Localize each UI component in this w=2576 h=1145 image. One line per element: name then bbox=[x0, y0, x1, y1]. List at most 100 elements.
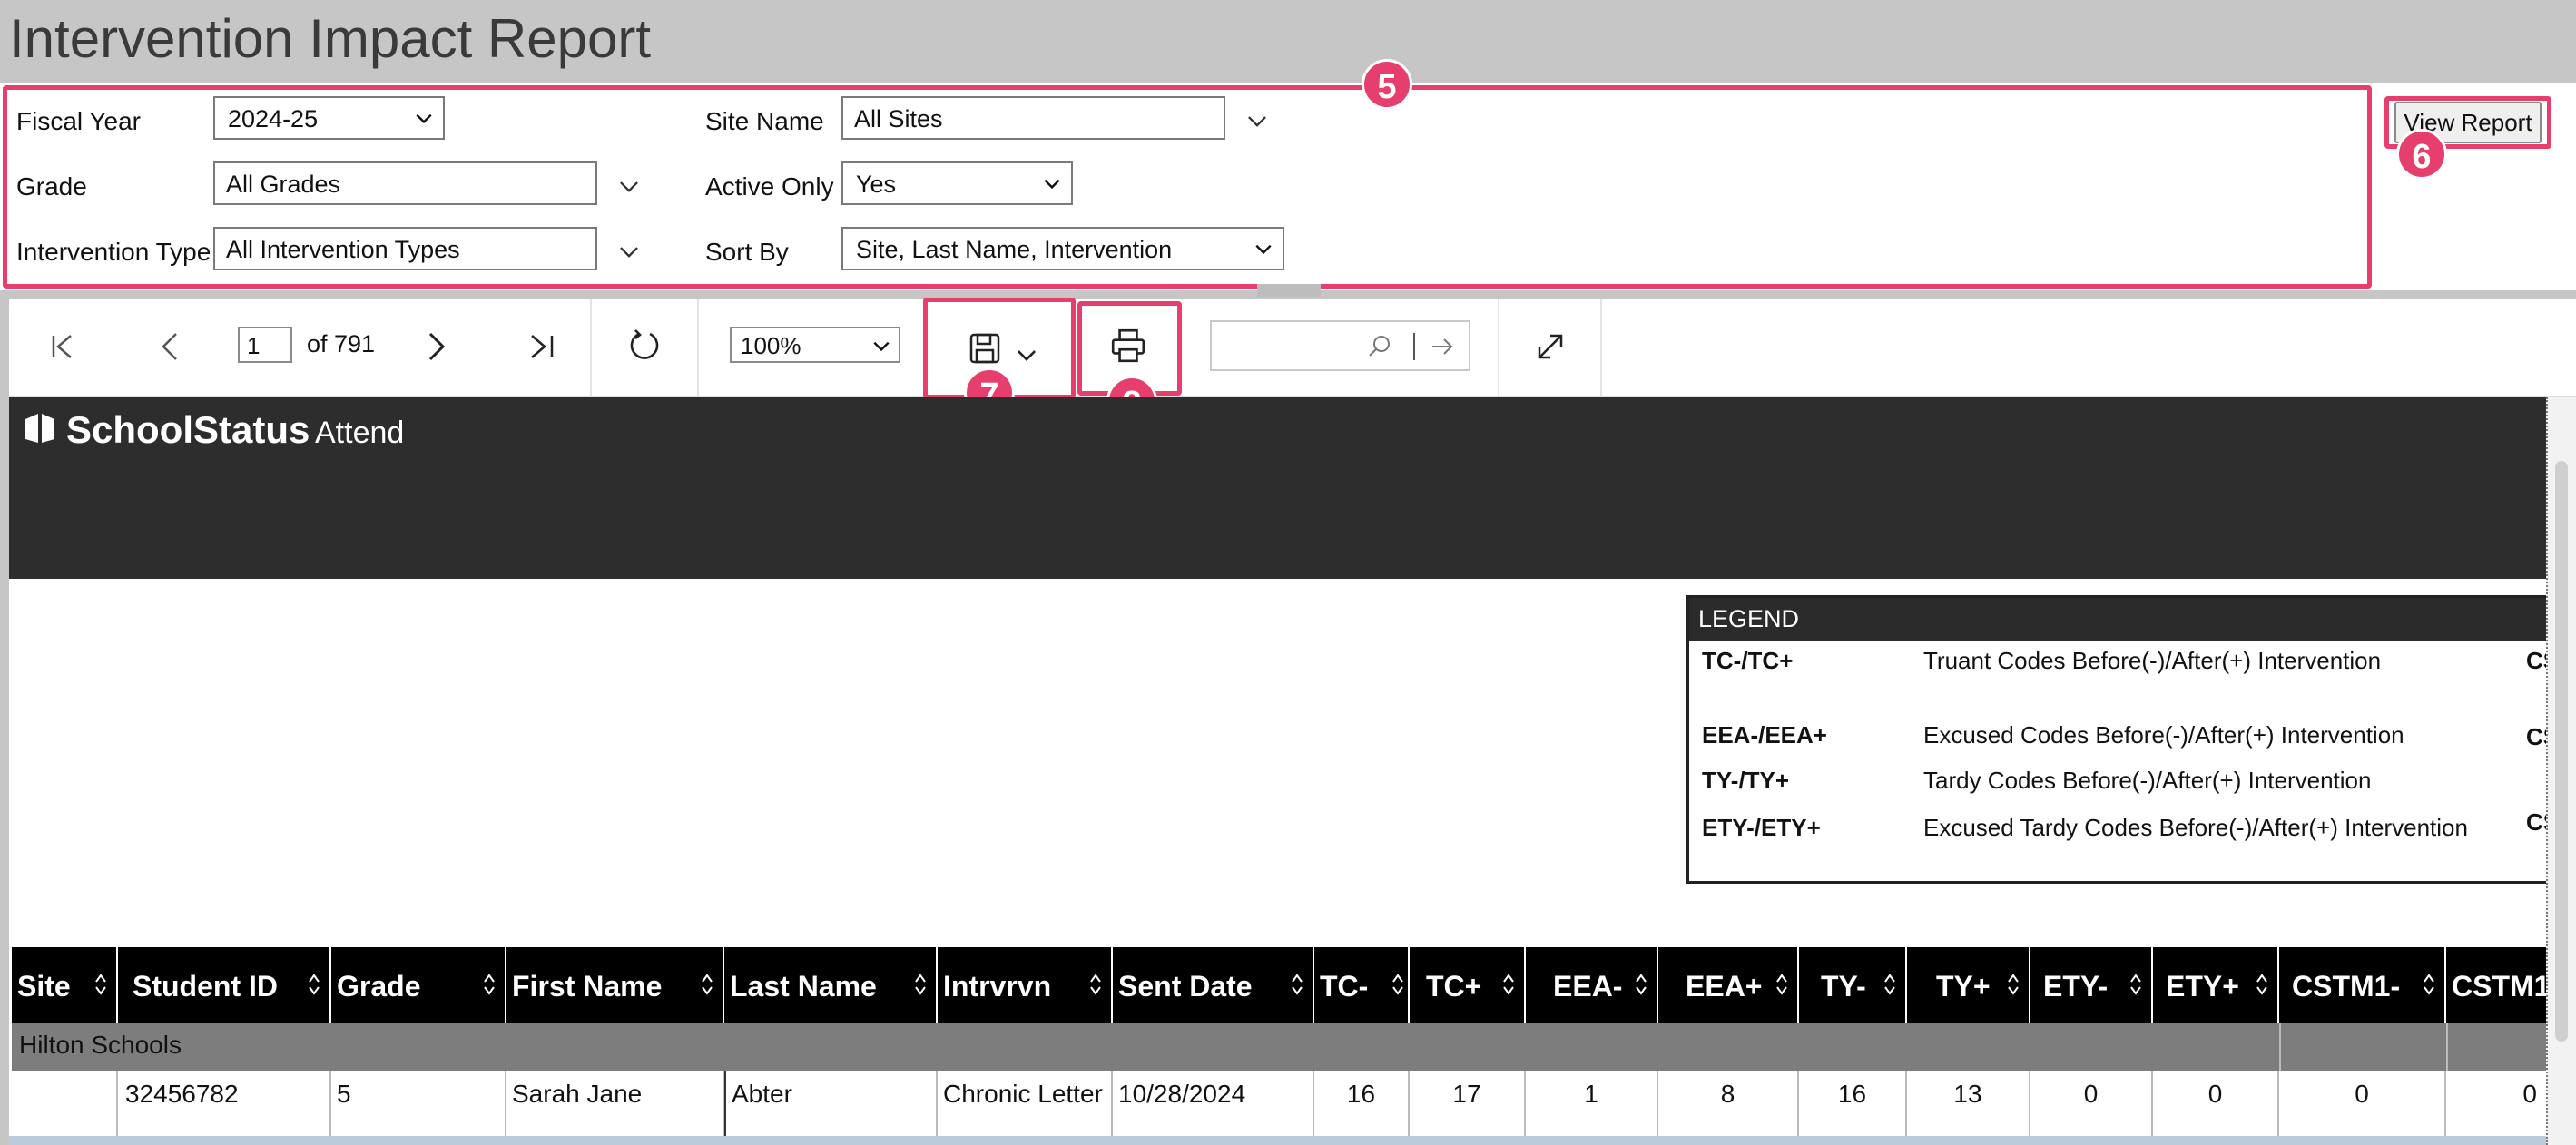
first-page-icon[interactable] bbox=[45, 328, 82, 365]
column-header-eea-plus[interactable]: EEA+ bbox=[1658, 947, 1799, 1023]
column-header-label: TC+ bbox=[1426, 970, 1482, 1003]
column-header-cstm1-plus[interactable]: CSTM1 bbox=[2446, 947, 2546, 1023]
column-header-grade[interactable]: Grade bbox=[331, 947, 506, 1023]
product-name: Attend bbox=[315, 416, 405, 450]
intervention-type-field[interactable]: All Intervention Types bbox=[213, 227, 597, 270]
table-header: Site Student ID Grade First Name Last Na… bbox=[12, 947, 2546, 1023]
fiscal-year-label: Fiscal Year bbox=[16, 107, 141, 135]
intervention-type-dropdown-chevron-icon[interactable] bbox=[617, 240, 641, 263]
cell-ety-minus: 0 bbox=[2030, 1071, 2153, 1145]
next-page-icon[interactable] bbox=[418, 328, 454, 365]
column-header-label: Sent Date bbox=[1118, 970, 1253, 1003]
previous-page-icon[interactable] bbox=[152, 328, 189, 365]
active-only-select[interactable]: Yes bbox=[841, 161, 1073, 205]
legend-desc: Excused Tardy Codes Before(-)/After(+) I… bbox=[1923, 814, 2468, 841]
column-header-ety-plus[interactable]: ETY+ bbox=[2153, 947, 2279, 1023]
table-row[interactable]: 32456782 5 Sarah Jane Abter Chronic Lett… bbox=[12, 1071, 2546, 1145]
cell-ety-plus: 0 bbox=[2153, 1071, 2279, 1145]
legend-box: LEGEND TC-/TC+ Truant Codes Before(-)/Af… bbox=[1686, 595, 2546, 884]
column-header-ty-plus[interactable]: TY+ bbox=[1907, 947, 2030, 1023]
legend-extra: CS bbox=[2526, 647, 2546, 674]
active-only-label: Active Only bbox=[705, 172, 834, 201]
column-header-sent-date[interactable]: Sent Date bbox=[1113, 947, 1314, 1023]
brand-name: SchoolStatus bbox=[66, 408, 310, 451]
sort-icon[interactable] bbox=[1775, 973, 1788, 996]
export-chevron-down-icon[interactable] bbox=[1015, 343, 1038, 367]
sort-icon[interactable] bbox=[94, 973, 107, 996]
vertical-scrollbar[interactable] bbox=[2546, 397, 2576, 1145]
intervention-type-label: Intervention Type bbox=[16, 238, 211, 266]
sort-icon[interactable] bbox=[1502, 973, 1515, 996]
legend-extra: CS bbox=[2526, 808, 2546, 836]
column-header-student-id[interactable]: Student ID bbox=[118, 947, 331, 1023]
column-header-last-name[interactable]: Last Name bbox=[724, 947, 938, 1023]
cell-last-name: Abter bbox=[724, 1071, 938, 1145]
chevron-down-icon bbox=[1044, 179, 1060, 190]
save-export-icon[interactable] bbox=[967, 330, 1003, 367]
active-only-value: Yes bbox=[856, 171, 897, 198]
grade-field[interactable]: All Grades bbox=[213, 161, 597, 205]
column-header-label: CSTM1- bbox=[2292, 970, 2401, 1003]
cell-intervention: Chronic Letter bbox=[938, 1071, 1113, 1145]
column-header-label: TC- bbox=[1320, 970, 1369, 1003]
refresh-icon[interactable] bbox=[626, 327, 663, 363]
cell-cstm1-plus: 0 bbox=[2522, 1080, 2537, 1108]
sort-icon[interactable] bbox=[308, 973, 320, 996]
sort-icon[interactable] bbox=[914, 973, 927, 996]
sort-icon[interactable] bbox=[1089, 973, 1102, 996]
column-header-label: CSTM1 bbox=[2452, 970, 2546, 1003]
find-text-input[interactable] bbox=[1210, 320, 1470, 371]
sort-by-select[interactable]: Site, Last Name, Intervention bbox=[841, 227, 1284, 270]
sort-icon[interactable] bbox=[1883, 973, 1896, 996]
column-header-first-name[interactable]: First Name bbox=[506, 947, 724, 1023]
column-header-site[interactable]: Site bbox=[12, 947, 118, 1023]
zoom-value: 100% bbox=[741, 332, 801, 359]
scrollbar-thumb[interactable] bbox=[2555, 461, 2568, 1042]
sort-icon[interactable] bbox=[701, 973, 713, 996]
fullscreen-expand-icon[interactable] bbox=[1532, 328, 1568, 365]
column-header-eea-minus[interactable]: EEA- bbox=[1526, 947, 1658, 1023]
schoolstatus-logo-icon bbox=[25, 414, 54, 443]
sort-by-label: Sort By bbox=[705, 238, 789, 266]
sort-icon[interactable] bbox=[2423, 973, 2435, 996]
cell-student-id: 32456782 bbox=[118, 1071, 331, 1145]
grade-dropdown-chevron-icon[interactable] bbox=[617, 174, 641, 198]
sort-icon[interactable] bbox=[2256, 973, 2268, 996]
column-header-label: Student ID bbox=[133, 970, 278, 1003]
callout-badge-5: 5 bbox=[1362, 59, 1412, 110]
sort-icon[interactable] bbox=[1635, 973, 1647, 996]
legend-desc: Excused Codes Before(-)/After(+) Interve… bbox=[1923, 721, 2404, 749]
find-next-arrow-icon[interactable] bbox=[1430, 335, 1455, 358]
column-header-label: Intrvrvn bbox=[943, 970, 1052, 1003]
last-page-icon[interactable] bbox=[525, 328, 561, 365]
legend-desc: Truant Codes Before(-)/After(+) Interven… bbox=[1923, 647, 2382, 674]
sort-icon[interactable] bbox=[1391, 973, 1404, 996]
parameters-panel: Fiscal Year 2024-25 Grade All Grades Int… bbox=[0, 83, 2576, 290]
column-header-tc-plus[interactable]: TC+ bbox=[1410, 947, 1526, 1023]
sort-icon[interactable] bbox=[2007, 973, 2020, 996]
chevron-down-icon bbox=[1255, 244, 1272, 255]
panel-splitter[interactable] bbox=[1257, 284, 1321, 297]
legend-desc: Tardy Codes Before(-)/After(+) Intervent… bbox=[1923, 767, 2372, 794]
page-count-text: of 791 bbox=[307, 330, 376, 357]
search-icon[interactable] bbox=[1366, 333, 1393, 360]
report-banner: SchoolStatus Attend bbox=[9, 397, 2546, 579]
site-name-field[interactable]: All Sites bbox=[841, 96, 1225, 140]
cell-cstm1-minus: 0 bbox=[2279, 1071, 2446, 1145]
zoom-select[interactable]: 100% bbox=[730, 327, 900, 363]
cell-first-name: Sarah Jane bbox=[506, 1071, 724, 1145]
cell-site bbox=[12, 1071, 118, 1145]
column-header-label: Site bbox=[17, 970, 71, 1003]
site-name-dropdown-chevron-icon[interactable] bbox=[1245, 109, 1269, 132]
column-header-tc-minus[interactable]: TC- bbox=[1314, 947, 1410, 1023]
column-header-intervention[interactable]: Intrvrvn bbox=[938, 947, 1113, 1023]
page-number-input[interactable]: 1 bbox=[238, 327, 292, 363]
print-icon[interactable] bbox=[1109, 327, 1147, 365]
column-header-ty-minus[interactable]: TY- bbox=[1799, 947, 1907, 1023]
sort-icon[interactable] bbox=[2129, 973, 2142, 996]
sort-icon[interactable] bbox=[483, 973, 496, 996]
column-header-cstm1-minus[interactable]: CSTM1- bbox=[2279, 947, 2446, 1023]
sort-icon[interactable] bbox=[1291, 973, 1303, 996]
fiscal-year-select[interactable]: 2024-25 bbox=[213, 96, 445, 140]
column-header-ety-minus[interactable]: ETY- bbox=[2030, 947, 2153, 1023]
